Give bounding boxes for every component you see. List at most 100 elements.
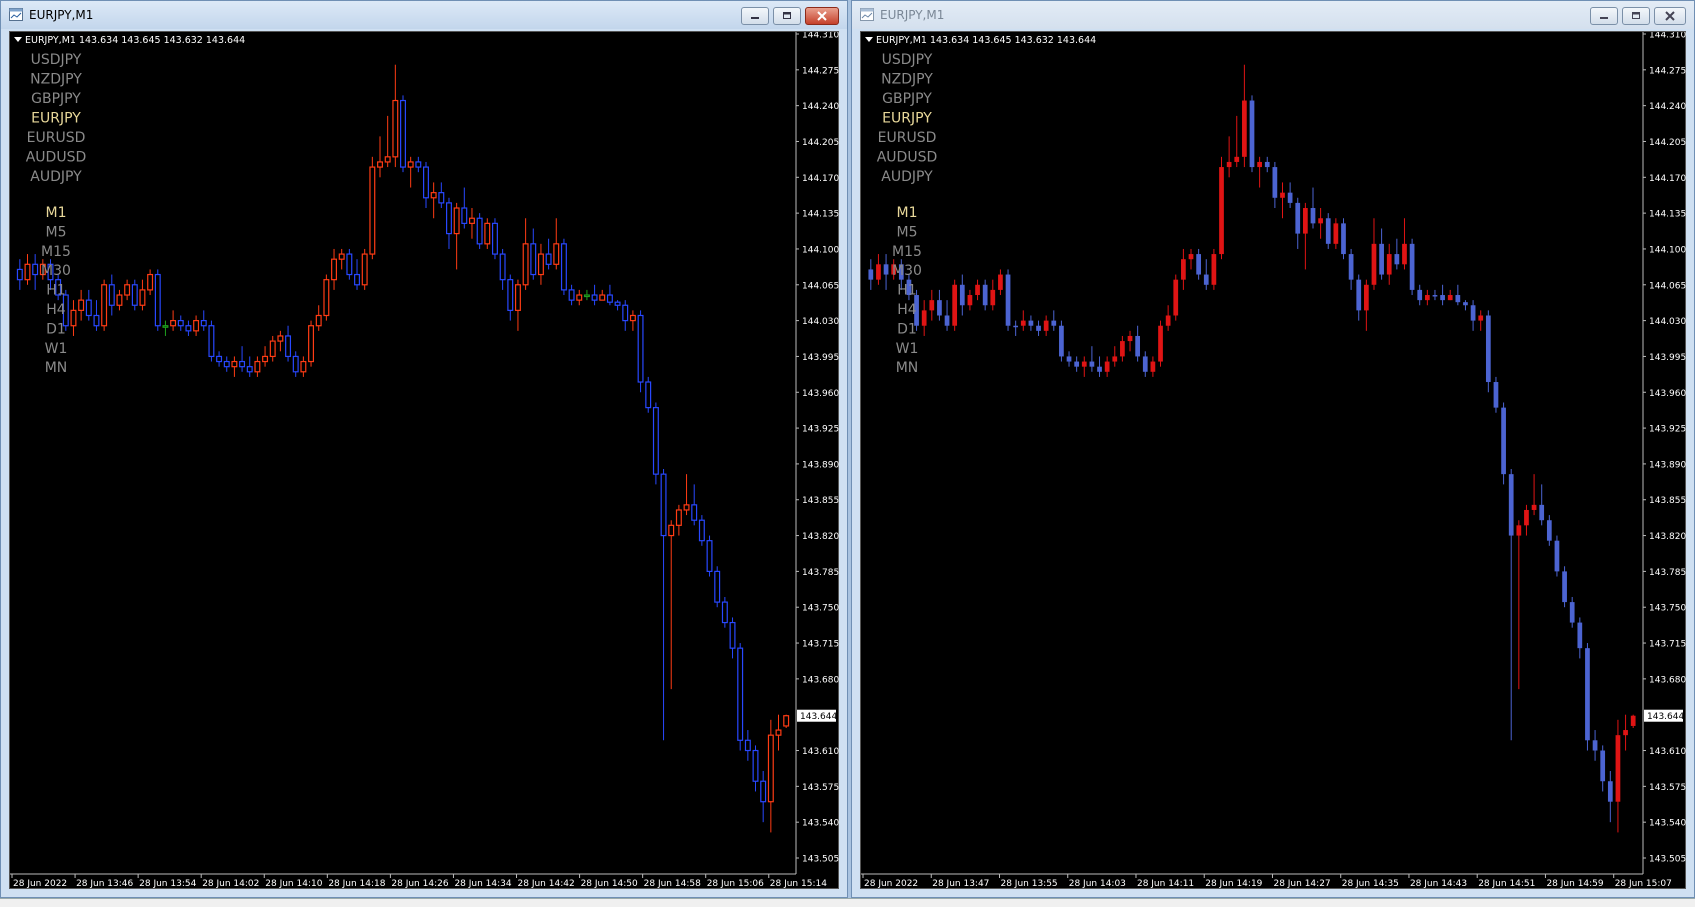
timeframe-item-m5[interactable]: M5 — [897, 224, 918, 240]
candle-body — [1524, 509, 1529, 526]
candle-body — [1409, 243, 1415, 290]
price-tick-label: 144.275 — [802, 66, 839, 76]
candle-body — [491, 222, 498, 255]
timeframe-item-mn[interactable]: MN — [45, 360, 68, 376]
candle-body — [1356, 279, 1362, 311]
candle-body — [407, 161, 414, 168]
candle-body — [622, 304, 629, 322]
candle-body — [1417, 289, 1423, 301]
symbol-item-eurusd[interactable]: EURUSD — [878, 130, 937, 146]
candle-body — [430, 192, 437, 199]
chart-header: EURJPY,M1 143.634 143.645 143.632 143.64… — [14, 35, 245, 46]
candle-body — [737, 647, 744, 741]
candle-body — [1577, 622, 1583, 649]
maximize-icon — [1623, 8, 1649, 24]
candles — [868, 64, 1636, 833]
window-titlebar[interactable]: EURJPY,M1 — [1, 1, 847, 29]
timeframe-item-h1[interactable]: H1 — [897, 283, 916, 299]
timeframe-item-m5[interactable]: M5 — [46, 224, 67, 240]
price-chart[interactable]: EURJPY,M1 143.634 143.645 143.632 143.64… — [9, 31, 839, 889]
candle-body — [1074, 361, 1080, 367]
time-tick-label: 28 Jun 14:51 — [1478, 879, 1535, 889]
candle-body — [752, 749, 759, 782]
timeframe-item-m30[interactable]: M30 — [892, 263, 922, 279]
candle-body — [921, 310, 927, 326]
candles — [16, 64, 790, 833]
timeframe-item-m1[interactable]: M1 — [46, 205, 67, 221]
timeframe-item-mn[interactable]: MN — [896, 360, 919, 376]
candle-body — [231, 360, 238, 368]
timeframe-item-w1[interactable]: W1 — [45, 341, 68, 357]
symbol-item-audjpy[interactable]: AUDJPY — [881, 169, 933, 185]
symbol-item-audusd[interactable]: AUDUSD — [877, 150, 938, 166]
close-button[interactable] — [1654, 7, 1686, 25]
candle-body — [392, 99, 399, 158]
symbol-item-eurjpy[interactable]: EURJPY — [882, 111, 932, 127]
symbol-item-audusd[interactable]: AUDUSD — [26, 150, 87, 166]
timeframe-item-h4[interactable]: H4 — [46, 302, 66, 318]
timeframe-item-m15[interactable]: M15 — [892, 244, 922, 260]
timeframe-item-m30[interactable]: M30 — [41, 263, 71, 279]
timeframe-item-h1[interactable]: H1 — [46, 283, 65, 299]
symbol-item-nzdjpy[interactable]: NZDJPY — [30, 72, 82, 88]
candle-body — [1318, 218, 1323, 224]
candle-body — [1066, 356, 1072, 362]
symbol-item-usdjpy[interactable]: USDJPY — [882, 52, 933, 68]
maximize-button[interactable] — [1622, 7, 1650, 25]
candle-body — [698, 519, 705, 542]
timeframe-item-d1[interactable]: D1 — [46, 321, 66, 337]
candle-body — [937, 300, 942, 316]
candle-body — [1592, 740, 1598, 751]
candle-body — [1485, 315, 1491, 383]
minimize-button[interactable] — [741, 7, 769, 25]
candle-body — [1181, 259, 1186, 280]
candle-body — [461, 207, 468, 224]
candle-body — [1059, 325, 1064, 357]
candle-body — [354, 273, 360, 286]
candle-body — [1569, 602, 1575, 623]
candle-body — [637, 314, 644, 383]
candle-body — [522, 243, 529, 286]
timeframe-item-m1[interactable]: M1 — [897, 205, 918, 221]
candle-body — [1257, 161, 1262, 168]
chart-window-left[interactable]: EURJPY,M1 EURJPY,M1 143.634 143.645 143.… — [0, 0, 848, 898]
symbol-item-audjpy[interactable]: AUDJPY — [30, 169, 82, 185]
candle-body — [423, 166, 429, 199]
candlestick-chart[interactable]: EURJPY,M1 143.634 143.645 143.632 143.64… — [10, 31, 840, 892]
price-chart[interactable]: EURJPY,M1 143.634 143.645 143.632 143.64… — [860, 31, 1686, 889]
symbol-item-eurusd[interactable]: EURUSD — [27, 130, 86, 146]
maximize-button[interactable] — [773, 7, 801, 25]
price-tick-label: 144.240 — [1649, 102, 1686, 112]
candle-body — [1127, 335, 1133, 342]
candle-body — [1508, 474, 1514, 536]
candle-body — [139, 289, 146, 306]
time-tick-label: 28 Jun 14:34 — [454, 879, 511, 889]
time-tick-label: 28 Jun 14:03 — [1069, 879, 1126, 889]
triangle-down-icon[interactable] — [14, 37, 22, 42]
window-titlebar[interactable]: EURJPY,M1 — [852, 1, 1694, 29]
price-tick-label: 143.715 — [802, 640, 839, 650]
candle-body — [1272, 167, 1278, 198]
symbol-item-gbpjpy[interactable]: GBPJPY — [882, 91, 932, 107]
candle-body — [1120, 341, 1125, 357]
candlestick-chart[interactable]: EURJPY,M1 143.634 143.645 143.632 143.64… — [861, 31, 1687, 892]
symbol-item-usdjpy[interactable]: USDJPY — [31, 52, 82, 68]
symbol-item-eurjpy[interactable]: EURJPY — [31, 111, 81, 127]
symbol-item-nzdjpy[interactable]: NZDJPY — [881, 72, 933, 88]
timeframe-item-w1[interactable]: W1 — [896, 341, 919, 357]
price-tick-label: 143.925 — [802, 425, 839, 435]
candle-body — [308, 325, 315, 363]
timeframe-item-m15[interactable]: M15 — [41, 244, 71, 260]
candle-body — [1402, 243, 1407, 265]
chart-window-right[interactable]: EURJPY,M1 EURJPY,M1 143.634 143.645 143.… — [851, 0, 1695, 898]
close-button[interactable] — [805, 7, 839, 25]
triangle-down-icon[interactable] — [865, 37, 873, 42]
symbol-item-gbpjpy[interactable]: GBPJPY — [31, 91, 81, 107]
minimize-button[interactable] — [1590, 7, 1618, 25]
candle-body — [93, 314, 100, 327]
minimize-icon — [1591, 8, 1617, 24]
price-tick-label: 143.575 — [802, 783, 839, 793]
candle-body — [1554, 540, 1560, 572]
timeframe-item-d1[interactable]: D1 — [897, 321, 917, 337]
timeframe-item-h4[interactable]: H4 — [897, 302, 917, 318]
